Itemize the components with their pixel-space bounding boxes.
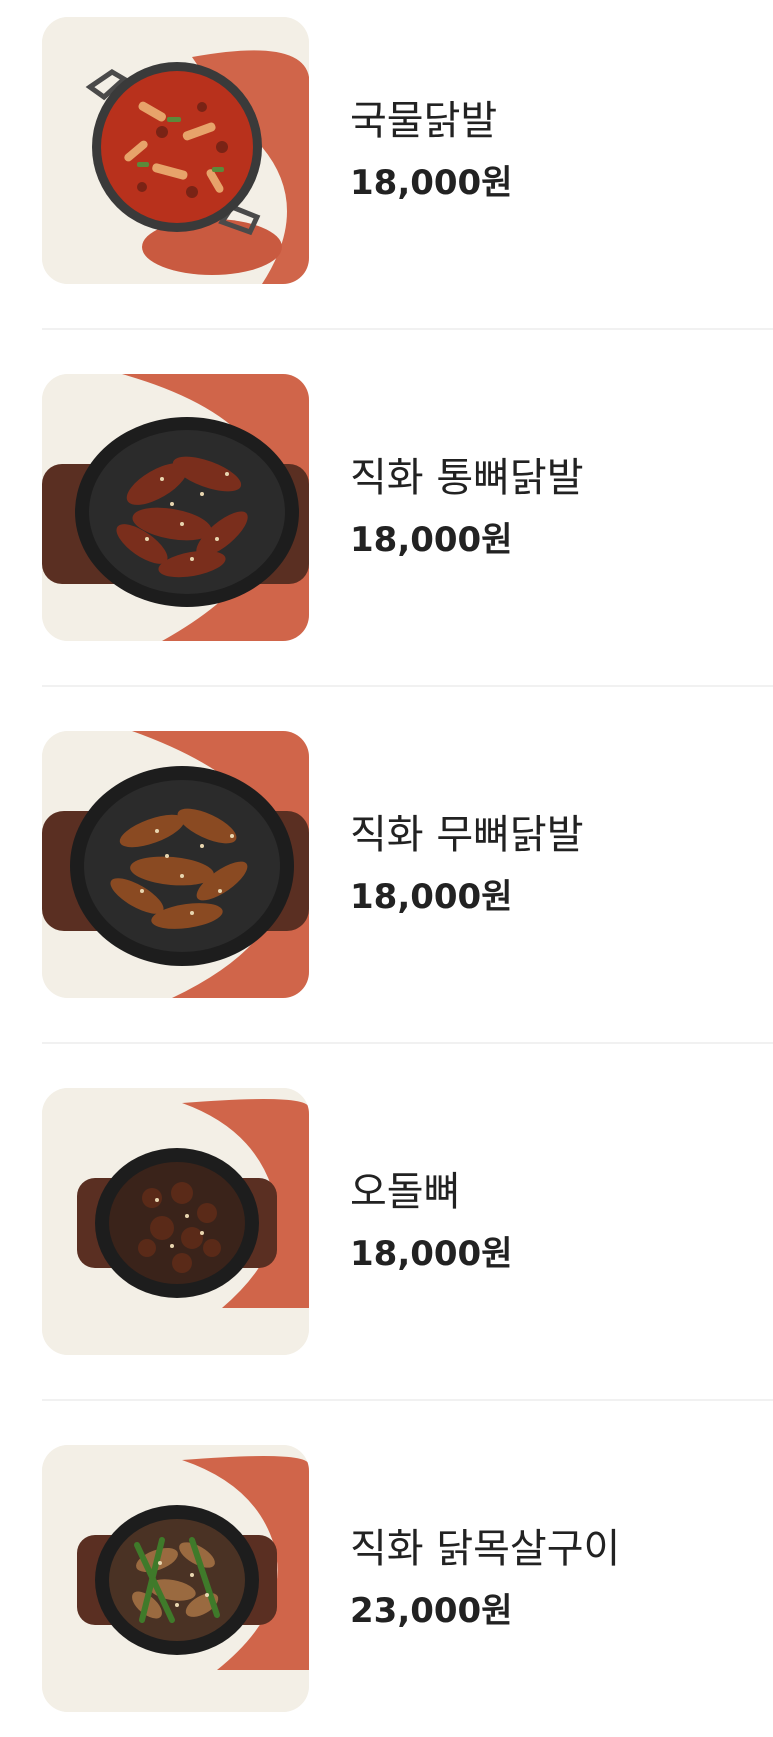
menu-item-name: 국물닭발 <box>350 98 498 144</box>
menu-item-price: 18,000원 <box>350 520 513 560</box>
divider <box>42 685 773 687</box>
menu-item-price: 18,000원 <box>350 163 513 203</box>
divider <box>42 328 773 330</box>
menu-item-4[interactable]: 오돌뼈 18,000원 <box>0 1071 773 1428</box>
menu-item-photo[interactable] <box>42 1445 309 1712</box>
menu-item-photo[interactable] <box>42 731 309 998</box>
menu-item-info: 오돌뼈 18,000원 <box>350 1071 512 1371</box>
menu-item-price: 23,000원 <box>350 1591 513 1631</box>
grilled-bone-in-chicken-feet-image <box>42 374 309 641</box>
menu-item-name: 직화 통뼈닭발 <box>350 455 584 501</box>
menu-item-photo[interactable] <box>42 17 309 284</box>
menu-list: 국물닭발 18,000원 직화 통뼈닭발 18,000원 직화 무뼈닭발 18,… <box>0 0 773 1737</box>
spicy-chicken-feet-soup-image <box>42 17 309 284</box>
menu-item-photo[interactable] <box>42 374 309 641</box>
menu-item-name: 오돌뼈 <box>350 1169 461 1215</box>
menu-item-name: 직화 무뼈닭발 <box>350 812 584 858</box>
menu-item-2[interactable]: 직화 통뼈닭발 18,000원 <box>0 357 773 714</box>
menu-item-5[interactable]: 직화 닭목살구이 23,000원 <box>0 1428 773 1737</box>
menu-item-1[interactable]: 국물닭발 18,000원 <box>0 0 773 357</box>
grilled-pork-cartilage-image <box>42 1088 309 1355</box>
grilled-boneless-chicken-feet-image <box>42 731 309 998</box>
menu-item-3[interactable]: 직화 무뼈닭발 18,000원 <box>0 714 773 1071</box>
divider <box>42 1399 773 1401</box>
menu-item-price: 18,000원 <box>350 1234 513 1274</box>
menu-item-photo[interactable] <box>42 1088 309 1355</box>
menu-item-info: 직화 무뼈닭발 18,000원 <box>350 714 584 1014</box>
menu-item-info: 직화 닭목살구이 23,000원 <box>350 1428 620 1728</box>
divider <box>42 1042 773 1044</box>
menu-item-price: 18,000원 <box>350 877 513 917</box>
menu-item-name: 직화 닭목살구이 <box>350 1526 621 1572</box>
grilled-chicken-neck-image <box>42 1445 309 1712</box>
menu-item-info: 국물닭발 18,000원 <box>350 0 512 300</box>
menu-item-info: 직화 통뼈닭발 18,000원 <box>350 357 584 657</box>
